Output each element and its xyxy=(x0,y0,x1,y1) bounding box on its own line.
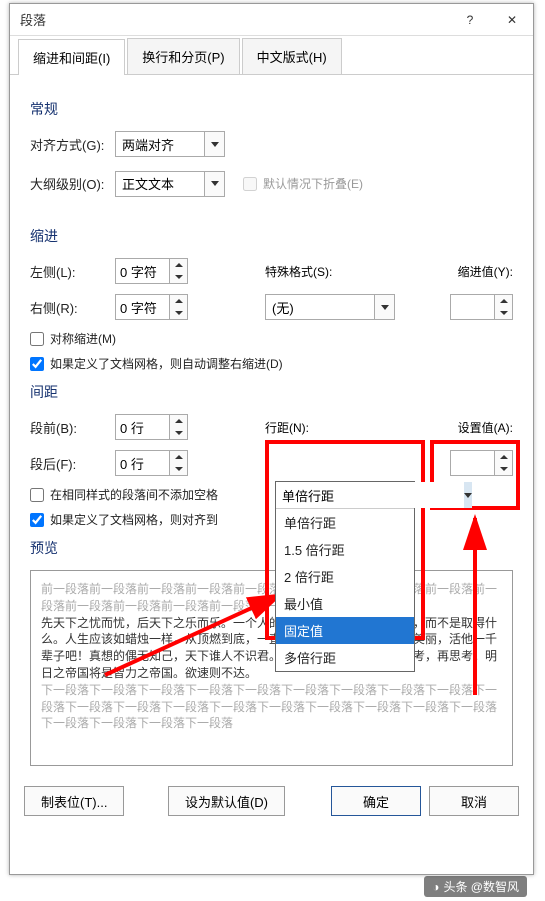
down-icon[interactable] xyxy=(495,463,512,475)
paragraph-dialog: 段落 ? ✕ 缩进和间距(I) 换行和分页(P) 中文版式(H) 常规 对齐方式… xyxy=(9,3,534,875)
collapse-label: 默认情况下折叠(E) xyxy=(263,175,363,192)
tab-line-page-breaks[interactable]: 换行和分页(P) xyxy=(127,38,239,74)
preview-box: 前一段落前一段落前一段落前一段落前一段落前一段落前一段落前一段落前一段落前一段落… xyxy=(30,570,513,766)
chevron-down-icon[interactable] xyxy=(205,171,225,197)
left-indent-label: 左侧(L): xyxy=(30,262,115,281)
special-format-label: 特殊格式(S): xyxy=(265,263,405,280)
tab-bar: 缩进和间距(I) 换行和分页(P) 中文版式(H) xyxy=(10,36,533,75)
up-icon[interactable] xyxy=(170,415,187,427)
up-icon[interactable] xyxy=(495,295,512,307)
space-after-spinner[interactable] xyxy=(115,450,265,476)
dropdown-option[interactable]: 单倍行距 xyxy=(276,509,414,536)
close-button[interactable]: ✕ xyxy=(491,4,533,36)
dialog-title: 段落 xyxy=(20,10,449,29)
down-icon[interactable] xyxy=(170,463,187,475)
up-icon[interactable] xyxy=(495,451,512,463)
up-icon[interactable] xyxy=(170,259,187,271)
chevron-down-icon[interactable] xyxy=(205,131,225,157)
space-after-label: 段后(F): xyxy=(30,454,115,473)
outline-label: 大纲级别(O): xyxy=(30,174,115,193)
tab-asian-typography[interactable]: 中文版式(H) xyxy=(242,38,342,74)
chevron-down-icon[interactable] xyxy=(464,482,472,508)
indent-by-label: 缩进值(Y): xyxy=(405,263,513,280)
titlebar: 段落 ? ✕ xyxy=(10,4,533,36)
ok-button[interactable]: 确定 xyxy=(331,786,421,816)
auto-right-indent-checkbox[interactable] xyxy=(30,357,44,371)
question-icon: ? xyxy=(467,13,474,27)
collapse-checkbox xyxy=(243,177,257,191)
button-bar: 制表位(T)... 设为默认值(D) 确定 取消 xyxy=(10,774,533,828)
spacing-at-label: 设置值(A): xyxy=(405,419,513,436)
help-button[interactable]: ? xyxy=(449,4,491,36)
snap-grid-checkbox[interactable] xyxy=(30,513,44,527)
up-icon[interactable] xyxy=(170,295,187,307)
section-preview: 预览 xyxy=(30,538,513,558)
space-before-spinner[interactable] xyxy=(115,414,265,440)
down-icon[interactable] xyxy=(170,271,187,283)
down-icon[interactable] xyxy=(495,307,512,319)
dropdown-option[interactable]: 最小值 xyxy=(276,590,414,617)
no-space-same-style-checkbox[interactable] xyxy=(30,488,44,502)
dialog-body: 常规 对齐方式(G): 大纲级别(O): 默认情况下折叠(E) 缩进 左侧(L)… xyxy=(10,75,533,774)
alignment-label: 对齐方式(G): xyxy=(30,135,115,154)
section-indent: 缩进 xyxy=(30,226,513,246)
dropdown-option[interactable]: 1.5 倍行距 xyxy=(276,536,414,563)
right-indent-spinner[interactable] xyxy=(115,294,265,320)
right-indent-label: 右侧(R): xyxy=(30,298,115,317)
special-format-select[interactable] xyxy=(265,294,405,320)
line-spacing-value[interactable] xyxy=(276,482,464,508)
watermark: ◑ 头条 @数智风 xyxy=(424,876,527,897)
outline-select[interactable] xyxy=(115,171,225,197)
cancel-button[interactable]: 取消 xyxy=(429,786,519,816)
spacing-at-spinner[interactable] xyxy=(450,450,513,476)
indent-by-spinner[interactable] xyxy=(450,294,513,320)
left-indent-spinner[interactable] xyxy=(115,258,265,284)
down-icon[interactable] xyxy=(170,307,187,319)
logo-icon: ◑ xyxy=(432,880,439,894)
space-before-label: 段前(B): xyxy=(30,418,115,437)
chevron-down-icon[interactable] xyxy=(375,294,395,320)
down-icon[interactable] xyxy=(170,427,187,439)
line-spacing-dropdown[interactable]: 单倍行距 1.5 倍行距 2 倍行距 最小值 固定值 多倍行距 xyxy=(275,481,415,672)
close-icon: ✕ xyxy=(507,13,517,27)
line-spacing-label: 行距(N): xyxy=(265,419,405,436)
set-default-button[interactable]: 设为默认值(D) xyxy=(168,786,285,816)
tab-indent-spacing[interactable]: 缩进和间距(I) xyxy=(18,39,125,75)
up-icon[interactable] xyxy=(170,451,187,463)
section-spacing: 间距 xyxy=(30,382,513,402)
section-general: 常规 xyxy=(30,99,513,119)
alignment-select[interactable] xyxy=(115,131,225,157)
mirror-indent-checkbox[interactable] xyxy=(30,332,44,346)
dropdown-option[interactable]: 多倍行距 xyxy=(276,644,414,671)
dropdown-option[interactable]: 2 倍行距 xyxy=(276,563,414,590)
alignment-value[interactable] xyxy=(115,131,205,157)
outline-value[interactable] xyxy=(115,171,205,197)
tabs-button[interactable]: 制表位(T)... xyxy=(24,786,124,816)
dropdown-option-selected[interactable]: 固定值 xyxy=(276,617,414,644)
